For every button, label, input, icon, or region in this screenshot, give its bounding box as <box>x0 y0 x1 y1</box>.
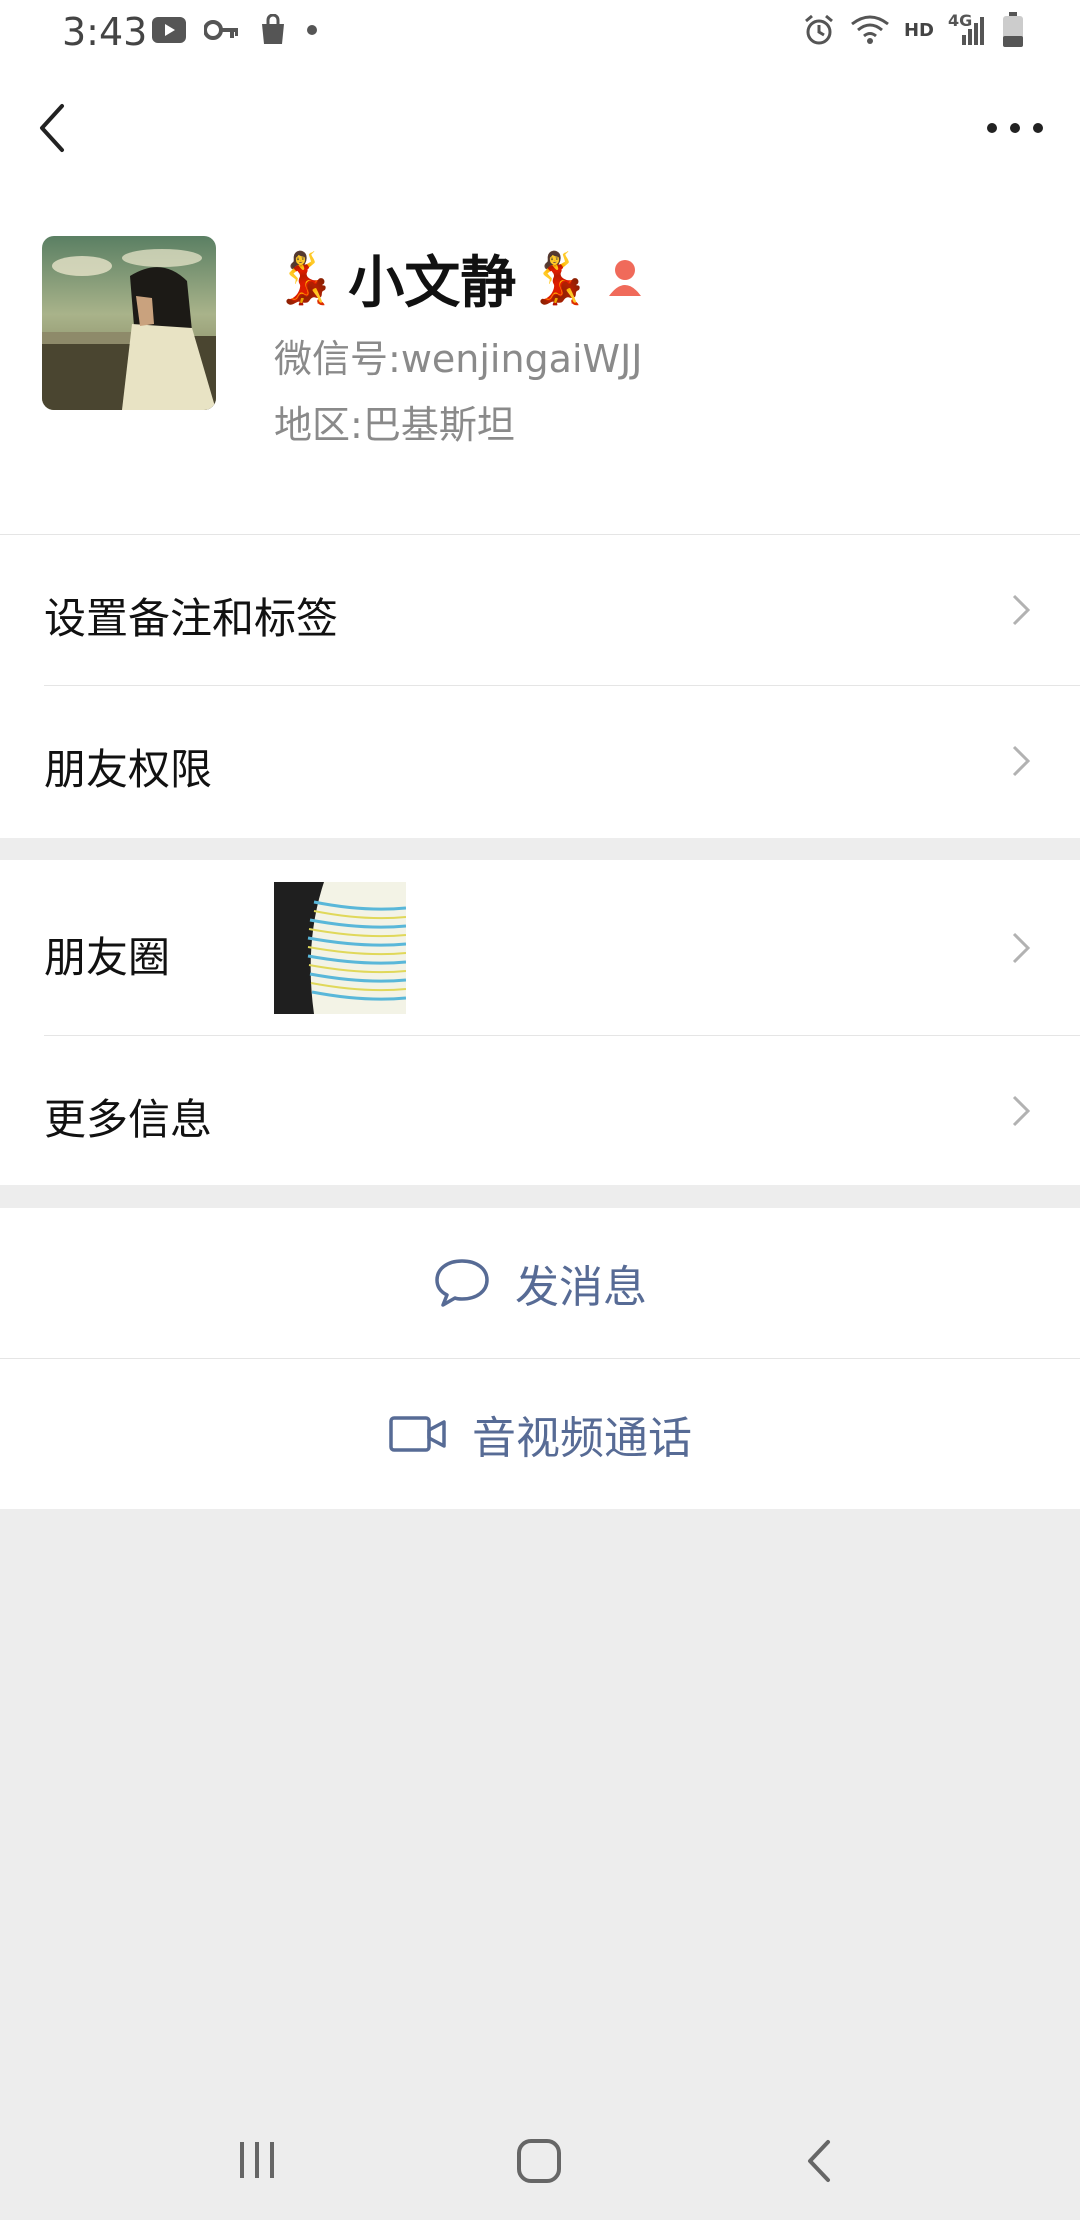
status-time: 3:43 <box>62 10 148 54</box>
remarks-tags-row[interactable]: 设置备注和标签 <box>0 535 1080 685</box>
recent-apps-icon[interactable] <box>232 2138 282 2182</box>
remarks-tags-label: 设置备注和标签 <box>44 594 339 643</box>
moments-row[interactable]: 朋友圈 <box>0 860 1080 1035</box>
status-bar: 3:43 HD 4G <box>0 0 1080 64</box>
battery-icon <box>1003 12 1023 47</box>
name-emoji-right: 💃 <box>528 248 591 307</box>
system-nav-bar <box>0 2120 1080 2200</box>
wifi-icon <box>851 15 889 44</box>
contact-name: 小文静 <box>348 250 517 316</box>
system-back-icon[interactable] <box>800 2136 840 2186</box>
send-message-button[interactable]: 发消息 <box>0 1208 1080 1358</box>
chevron-right-icon <box>1012 932 1031 964</box>
more-dots-icon <box>987 123 1043 133</box>
4g-signal-icon: 4G <box>948 11 988 47</box>
top-nav-bar <box>0 64 1080 194</box>
video-call-button[interactable]: 音视频通话 <box>0 1359 1080 1509</box>
wechat-id: 微信号:wenjingaiWJJ <box>274 328 643 383</box>
name-emoji-left: 💃 <box>274 248 337 307</box>
video-camera-icon <box>389 1416 446 1452</box>
youtube-icon <box>152 17 186 43</box>
chat-bubble-icon <box>435 1259 489 1307</box>
friend-permissions-label: 朋友权限 <box>44 745 213 794</box>
info-group: 朋友圈 更多信息 <box>0 860 1080 1185</box>
wechat-id-label: 微信号: <box>274 337 401 381</box>
chevron-right-icon <box>1012 1095 1031 1127</box>
hd-label: HD <box>903 19 934 41</box>
moments-label: 朋友圈 <box>44 933 171 982</box>
moments-thumbnail <box>274 882 406 1014</box>
key-icon <box>204 20 238 40</box>
chevron-right-icon <box>1012 594 1031 626</box>
more-info-label: 更多信息 <box>44 1095 213 1144</box>
profile-header: 💃 小文静 💃 微信号:wenjingaiWJJ 地区:巴基斯坦 <box>0 194 1080 534</box>
wechat-id-value: wenjingaiWJJ <box>400 337 643 381</box>
chevron-left-icon <box>40 104 64 152</box>
send-message-label: 发消息 <box>515 1262 647 1313</box>
region-label: 地区: <box>274 403 363 447</box>
home-icon[interactable] <box>514 2136 564 2186</box>
shopping-bag-icon <box>262 14 284 44</box>
region: 地区:巴基斯坦 <box>274 394 515 449</box>
female-icon <box>608 260 641 296</box>
friend-permissions-row[interactable]: 朋友权限 <box>0 686 1080 838</box>
avatar[interactable] <box>42 236 216 410</box>
settings-group: 设置备注和标签 朋友权限 <box>0 534 1080 838</box>
region-value: 巴基斯坦 <box>362 403 515 447</box>
chevron-right-icon <box>1012 745 1031 777</box>
back-button[interactable] <box>30 94 90 164</box>
more-button[interactable] <box>980 94 1050 164</box>
more-info-row[interactable]: 更多信息 <box>0 1036 1080 1185</box>
video-call-label: 音视频通话 <box>472 1413 692 1464</box>
dot-icon <box>307 25 317 35</box>
alarm-icon <box>805 14 833 45</box>
